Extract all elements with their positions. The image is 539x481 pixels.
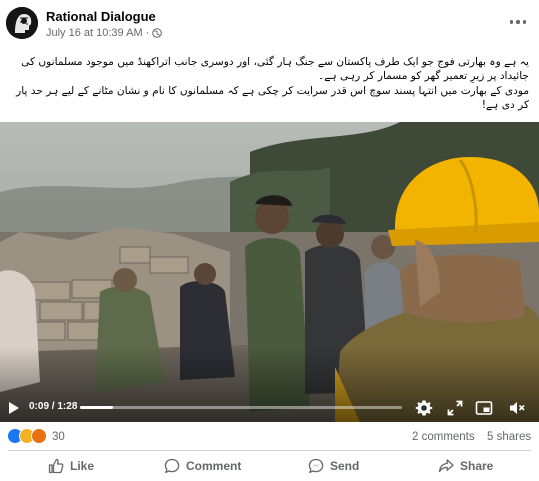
- angry-reaction-icon: [31, 428, 47, 444]
- pip-icon[interactable]: [475, 399, 493, 417]
- post-actions: Like Comment Send Share: [0, 452, 539, 481]
- comments-count[interactable]: 2 comments: [412, 431, 475, 443]
- total-time: 1:28: [57, 401, 78, 412]
- author-name[interactable]: Rational Dialogue: [46, 9, 156, 24]
- video-frame: [0, 122, 539, 422]
- play-icon[interactable]: [8, 401, 20, 415]
- like-label: Like: [70, 459, 95, 473]
- caption-paragraph-2: مودی کے بھارت میں انتہا پسند سوچ اس قدر …: [16, 84, 529, 112]
- send-label: Send: [330, 459, 360, 473]
- reaction-icons[interactable]: [7, 428, 47, 444]
- video-player[interactable]: 0:09 / 1:28: [0, 122, 539, 422]
- send-icon: [308, 458, 324, 474]
- video-progress-fill: [80, 406, 113, 409]
- meta-separator: ·: [145, 27, 150, 39]
- send-button[interactable]: Send: [308, 454, 359, 478]
- settings-icon[interactable]: [415, 399, 433, 417]
- video-controls: 0:09 / 1:28: [0, 392, 539, 422]
- comment-button[interactable]: Comment: [164, 454, 241, 478]
- like-icon: [48, 458, 64, 474]
- author-avatar[interactable]: [6, 7, 38, 39]
- fullscreen-icon[interactable]: [446, 399, 464, 417]
- share-button[interactable]: Share: [438, 454, 493, 478]
- comment-label: Comment: [186, 459, 242, 473]
- caption-paragraph-1: یہ ہے وہ بھارتی فوج جو ایک طرف پاکستان س…: [21, 56, 529, 83]
- shares-count[interactable]: 5 shares: [487, 431, 531, 443]
- comment-icon: [164, 458, 180, 474]
- post-caption: یہ ہے وہ بھارتی فوج جو ایک طرف پاکستان س…: [12, 55, 529, 113]
- reaction-count[interactable]: 30: [52, 431, 65, 443]
- volume-icon[interactable]: [508, 399, 526, 417]
- video-progress-bar[interactable]: [80, 406, 402, 409]
- avatar-head-icon: [6, 7, 38, 39]
- post-header: Rational Dialogue July 16 at 10:39 AM ·: [0, 0, 539, 46]
- like-button[interactable]: Like: [48, 454, 94, 478]
- video-time: 0:09 / 1:28: [29, 401, 77, 412]
- facebook-post: Rational Dialogue July 16 at 10:39 AM · …: [0, 0, 539, 481]
- share-label: Share: [460, 459, 494, 473]
- globe-icon: [152, 28, 163, 38]
- current-time: 0:09: [29, 401, 50, 412]
- post-meta: July 16 at 10:39 AM ·: [46, 27, 163, 39]
- engagement-stats: 30 2 comments 5 shares: [0, 426, 539, 448]
- more-options-icon[interactable]: [505, 11, 531, 33]
- share-icon: [438, 459, 454, 473]
- divider: [8, 450, 531, 451]
- post-date[interactable]: July 16 at 10:39 AM: [46, 27, 143, 39]
